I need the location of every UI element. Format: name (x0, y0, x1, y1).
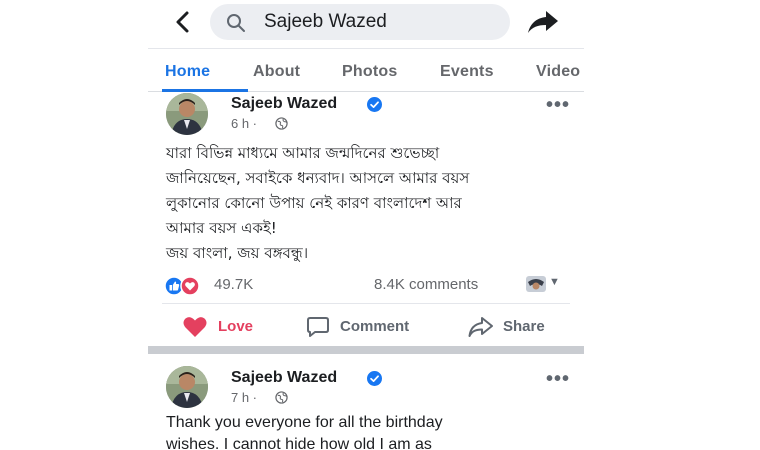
post-line: জানিয়েছেন, সবাইকে ধন্যবাদ। আসলে আমার বয… (166, 169, 470, 187)
share-label: Share (503, 318, 545, 335)
divider (162, 303, 570, 304)
globe-icon (275, 117, 288, 130)
post-time[interactable]: 6 h · (231, 116, 257, 131)
verified-icon (367, 371, 382, 386)
post-line: wishes. I cannot hide how old I am as (166, 436, 432, 450)
love-label: Love (218, 318, 254, 335)
back-arrow-icon[interactable] (170, 8, 194, 36)
love-icon (183, 317, 207, 337)
tab-about[interactable]: About (253, 63, 300, 81)
feed-separator (148, 346, 584, 354)
post-body: যারা বিভিন্ন মাধ্যমে আমার জন্মদিনের শুভে… (166, 141, 566, 241)
share-button[interactable]: Share (468, 316, 568, 338)
comment-label: Comment (340, 318, 410, 335)
search-input[interactable]: Sajeeb Wazed (210, 4, 510, 40)
avatar[interactable] (166, 93, 208, 135)
avatar-photo (166, 366, 208, 408)
search-value: Sajeeb Wazed (264, 11, 387, 32)
active-tab-indicator (162, 89, 248, 92)
avatar-photo (166, 93, 208, 135)
post-line: আমার বয়স একই! (166, 219, 277, 237)
post-line: Thank you everyone for all the birthday (166, 414, 443, 431)
comments-count[interactable]: 8.4K comments (374, 276, 478, 293)
post-author[interactable]: Sajeeb Wazed (231, 95, 337, 113)
viewer-avatar[interactable] (526, 276, 546, 292)
facebook-page-screen: Sajeeb Wazed Home About Photos Events Vi… (148, 0, 584, 450)
share-icon (468, 317, 493, 337)
love-button[interactable]: Love (182, 316, 272, 338)
reaction-count[interactable]: 49.7K (214, 276, 253, 293)
post-line: লুকানোর কোনো উপায় নেই কারণ বাংলাদেশ আর (166, 194, 462, 212)
search-icon (227, 14, 245, 32)
post-body: Thank you everyone for all the birthday … (166, 412, 576, 450)
share-arrow-icon[interactable] (526, 8, 560, 36)
comment-button[interactable]: Comment (306, 316, 436, 338)
avatar[interactable] (166, 366, 208, 408)
post-line: যারা বিভিন্ন মাধ্যমে আমার জন্মদিনের শুভে… (166, 144, 440, 162)
globe-icon (275, 391, 288, 404)
verified-icon (367, 97, 382, 112)
post-closing-line: জয় বাংলা, জয় বঙ্গবন্ধু। (166, 244, 309, 262)
top-bar: Sajeeb Wazed (148, 0, 584, 46)
tab-video[interactable]: Video (536, 63, 580, 81)
post-author[interactable]: Sajeeb Wazed (231, 369, 337, 387)
post-closing: জয় বাংলা, জয় বঙ্গবন্ধু। (166, 241, 566, 266)
chevron-down-icon[interactable]: ▼ (549, 276, 560, 288)
reaction-icons[interactable] (164, 276, 210, 296)
tab-events[interactable]: Events (440, 63, 494, 81)
love-icon (180, 276, 200, 296)
tab-photos[interactable]: Photos (342, 63, 397, 81)
tab-home[interactable]: Home (165, 63, 210, 81)
page-tabs: Home About Photos Events Video (148, 48, 584, 92)
more-icon[interactable]: ••• (546, 368, 570, 391)
post-time[interactable]: 7 h · (231, 390, 257, 405)
more-icon[interactable]: ••• (546, 94, 570, 117)
comment-icon (307, 317, 329, 337)
